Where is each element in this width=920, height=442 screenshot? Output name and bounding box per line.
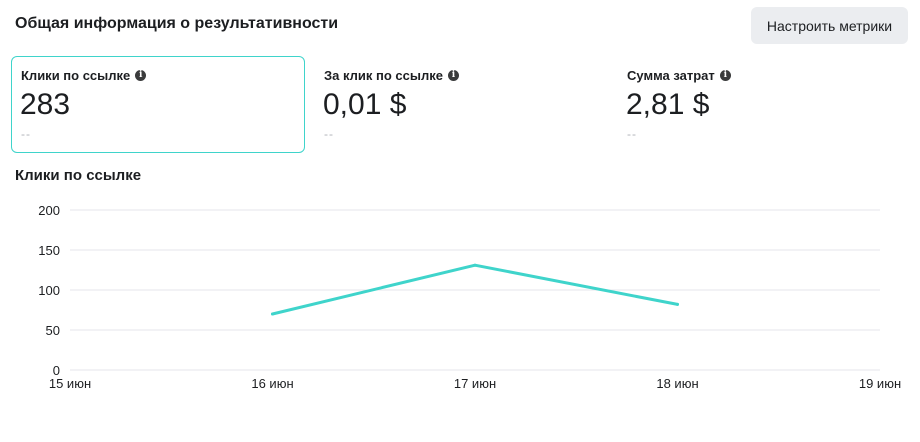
x-tick-label: 16 июн — [251, 376, 293, 391]
x-tick-label: 18 июн — [656, 376, 698, 391]
metric-compare: -- — [21, 127, 31, 141]
metric-label: Клики по ссылке — [21, 68, 131, 83]
y-tick-label: 100 — [38, 283, 60, 298]
y-tick-label: 150 — [38, 243, 60, 258]
metric-value: 2,81 $ — [626, 88, 710, 121]
metric-value: 0,01 $ — [323, 88, 407, 121]
line-chart: 05010015020015 июн 16 июн 17 июн 18 июн 19 и… — [38, 203, 901, 391]
info-icon[interactable]: i — [447, 70, 459, 81]
y-tick-label: 50 — [46, 323, 60, 338]
chart-title: Клики по ссылке — [15, 167, 142, 184]
x-tick-label: 17 июн — [454, 376, 496, 391]
x-tick-label: 15 июн — [49, 376, 91, 391]
data-point — [473, 263, 477, 267]
metric-value: 283 — [20, 88, 71, 121]
metric-compare: -- — [324, 127, 334, 141]
metric-card-amount-spent[interactable]: Сумма затрат i 2,81 $ -- — [617, 56, 911, 153]
y-tick-label: 200 — [38, 203, 60, 218]
customize-metrics-button[interactable]: Настроить метрики — [751, 7, 908, 44]
metric-label: Сумма затрат — [627, 68, 715, 83]
metric-card-cost-per-click[interactable]: За клик по ссылке i 0,01 $ -- — [314, 56, 608, 153]
x-tick-label: 19 июн — [859, 376, 901, 391]
metric-card-link-clicks[interactable]: Клики по ссылке i 283 -- — [11, 56, 305, 153]
header-title: Общая информация о результативности — [15, 15, 339, 32]
data-point — [676, 302, 679, 306]
metric-label: За клик по ссылке — [324, 68, 443, 83]
info-icon[interactable]: i — [135, 70, 147, 81]
metric-compare: -- — [627, 127, 637, 141]
data-point — [271, 312, 274, 316]
info-icon[interactable]: i — [719, 70, 731, 81]
